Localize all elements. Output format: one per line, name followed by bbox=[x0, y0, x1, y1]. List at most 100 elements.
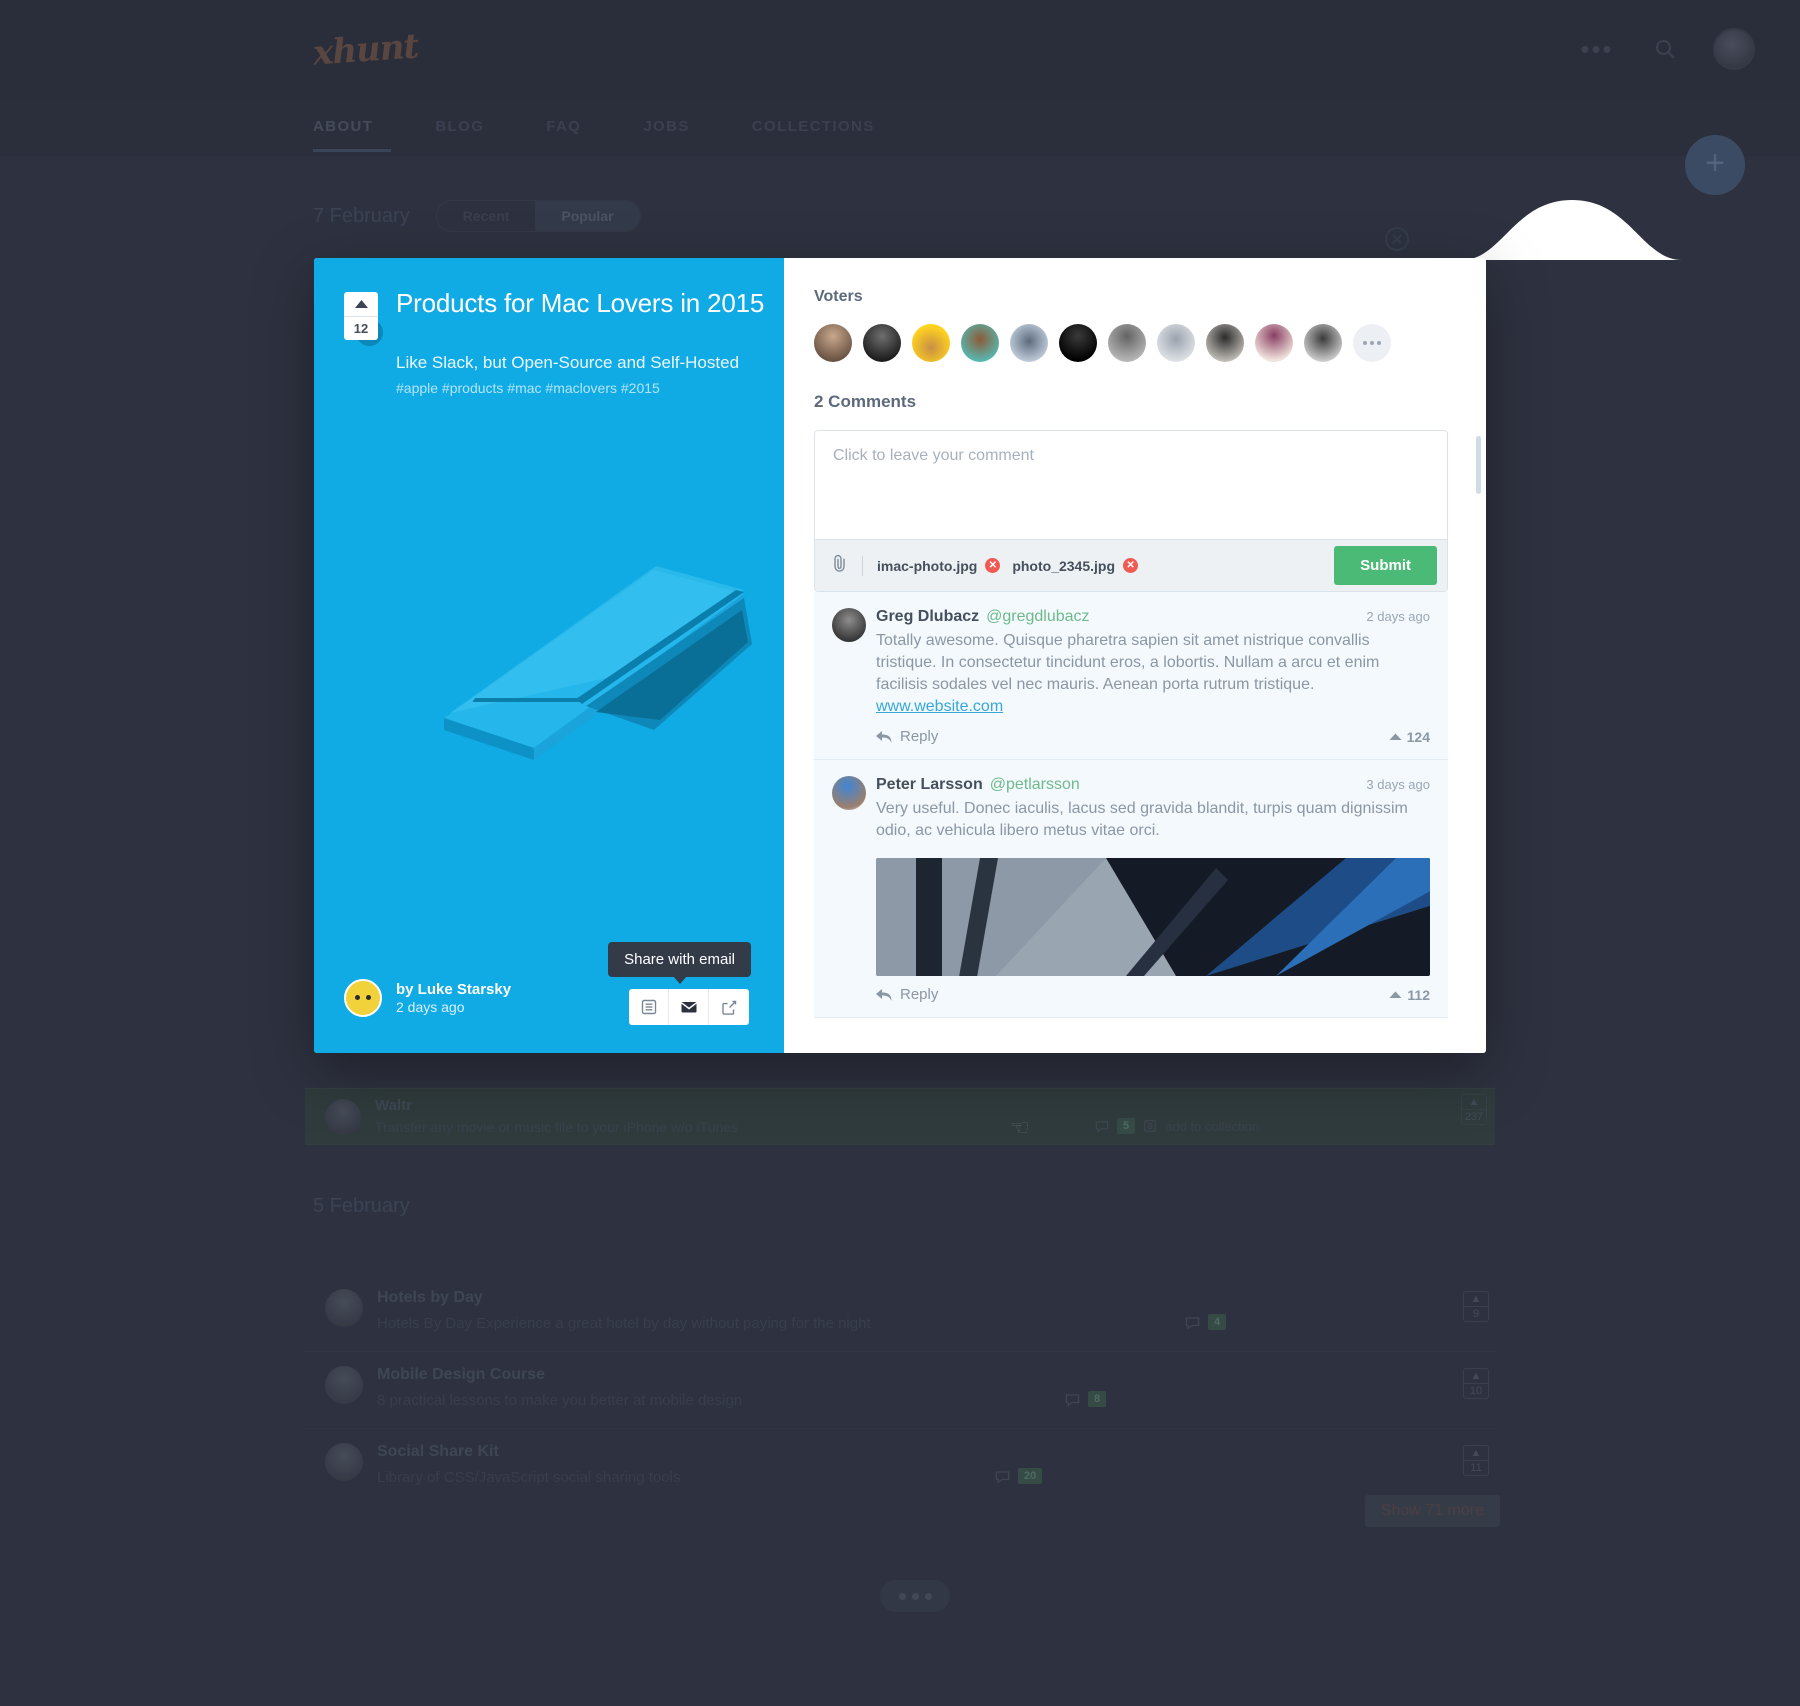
add-to-collection-label[interactable]: add to collection bbox=[1165, 1119, 1259, 1134]
post-row-waltr[interactable]: Waltr Transfer any movie or music file t… bbox=[305, 1088, 1495, 1145]
comment-author-handle[interactable]: @gregdlubacz bbox=[986, 608, 1089, 626]
upvote-arrow-icon[interactable]: ▲ bbox=[1463, 1445, 1489, 1461]
nav-item-jobs[interactable]: JOBS bbox=[643, 118, 689, 135]
voter-avatar[interactable] bbox=[1255, 324, 1293, 362]
search-icon[interactable] bbox=[1645, 29, 1685, 69]
attachment-name: photo_2345.jpg bbox=[1012, 557, 1116, 574]
upvote-arrow-icon[interactable] bbox=[344, 292, 378, 316]
attachment-name: imac-photo.jpg bbox=[877, 557, 978, 574]
sort-recent-option[interactable]: Recent bbox=[437, 201, 536, 231]
close-icon[interactable] bbox=[1380, 222, 1414, 256]
post-title: Products for Mac Lovers in 2015 bbox=[396, 288, 765, 318]
envelope-icon[interactable] bbox=[669, 989, 709, 1025]
list-item[interactable]: Mobile Design Course 8 practical lessons… bbox=[305, 1352, 1495, 1429]
reply-arrow-icon bbox=[876, 988, 892, 1001]
reply-label[interactable]: Reply bbox=[900, 986, 938, 1003]
upvote-arrow-icon[interactable]: ▲ bbox=[1461, 1094, 1487, 1110]
comment-count: 20 bbox=[1018, 1468, 1043, 1484]
vote-count: 237 bbox=[1461, 1110, 1487, 1125]
comment-author-handle[interactable]: @petlarsson bbox=[990, 776, 1080, 794]
comment-icon bbox=[1185, 1316, 1200, 1330]
divider bbox=[862, 555, 863, 576]
avatar[interactable] bbox=[832, 776, 866, 811]
nav-item-faq[interactable]: FAQ bbox=[546, 118, 581, 135]
comments-scrollbar[interactable] bbox=[1476, 436, 1481, 494]
comment-text-wrapper: Totally awesome. Quisque pharetra sapien… bbox=[876, 630, 1430, 718]
comment-upvotes[interactable]: 124 bbox=[1389, 729, 1430, 745]
post-title[interactable]: Hotels by Day bbox=[377, 1289, 483, 1307]
list-item[interactable]: Hotels by Day Hotels By Day Experience a… bbox=[305, 1275, 1495, 1352]
upvote-arrow-icon bbox=[1389, 991, 1402, 998]
post-title[interactable]: Social Share Kit bbox=[377, 1443, 499, 1461]
share-external-icon[interactable] bbox=[709, 989, 749, 1025]
comment-upvotes[interactable]: 112 bbox=[1389, 987, 1430, 1003]
comment-item: Greg Dlubacz @gregdlubacz 2 days ago Tot… bbox=[814, 592, 1448, 761]
mouse-cursor: ☜ bbox=[1010, 1115, 1030, 1140]
reply-button[interactable]: Reply bbox=[876, 986, 938, 1003]
vote-count: 9 bbox=[1463, 1307, 1489, 1322]
modal-close-hill bbox=[1462, 200, 1682, 260]
remove-circle-icon[interactable]: ✕ bbox=[1123, 558, 1139, 573]
voter-avatar[interactable] bbox=[863, 324, 901, 362]
sort-popular-option[interactable]: Popular bbox=[535, 201, 640, 231]
comment-author-name[interactable]: Peter Larsson bbox=[876, 776, 983, 794]
post-title[interactable]: Mobile Design Course bbox=[377, 1366, 545, 1384]
list-item[interactable]: Social Share Kit Library of CSS/JavaScri… bbox=[305, 1429, 1495, 1506]
submit-button[interactable]: Submit bbox=[1334, 546, 1437, 585]
voter-avatar[interactable] bbox=[961, 324, 999, 362]
voter-avatar[interactable] bbox=[1304, 324, 1342, 362]
voter-avatar[interactable] bbox=[1206, 324, 1244, 362]
remove-circle-icon[interactable]: ✕ bbox=[985, 558, 1001, 573]
upvote-arrow-icon[interactable]: ▲ bbox=[1463, 1368, 1489, 1384]
voter-avatar[interactable] bbox=[1108, 324, 1146, 362]
vote-count: 10 bbox=[1463, 1384, 1489, 1399]
comment-input[interactable]: Click to leave your comment bbox=[815, 431, 1447, 539]
collection-icon[interactable] bbox=[629, 989, 669, 1025]
upvote-arrow-icon[interactable]: ▲ bbox=[1463, 1291, 1489, 1307]
voter-avatar[interactable] bbox=[912, 324, 950, 362]
reply-label[interactable]: Reply bbox=[900, 728, 938, 745]
more-dots-icon[interactable] bbox=[1353, 324, 1391, 362]
more-dots-icon[interactable]: ••• bbox=[1577, 29, 1617, 69]
sort-toggle[interactable]: Recent Popular bbox=[435, 200, 641, 232]
comment-item: Peter Larsson @petlarsson 3 days ago Ver… bbox=[814, 760, 1448, 1019]
main-nav: ABOUT BLOG FAQ JOBS COLLECTIONS bbox=[0, 100, 1800, 156]
avatar[interactable] bbox=[832, 608, 866, 642]
post-subtitle: 8 practical lessons to make you better a… bbox=[377, 1392, 743, 1409]
nav-item-about[interactable]: ABOUT bbox=[313, 118, 373, 135]
comments-count: 2 Comments bbox=[814, 392, 917, 411]
app-root: xhunt ••• ABOUT BLOG FAQ JOBS COLLECTION… bbox=[0, 0, 1800, 1706]
post-tags[interactable]: #apple #products #mac #maclovers #2015 bbox=[396, 380, 766, 396]
post-subtitle: Transfer any movie or music file to your… bbox=[375, 1119, 739, 1135]
add-post-fab[interactable]: + bbox=[1685, 135, 1745, 195]
vote-control[interactable]: ▲ 11 bbox=[1463, 1445, 1489, 1476]
author-name[interactable]: by Luke Starsky bbox=[396, 981, 511, 998]
comment-link[interactable]: www.website.com bbox=[876, 698, 1003, 715]
vote-control[interactable]: ▲ 10 bbox=[1463, 1368, 1489, 1399]
post-meta: 20 bbox=[995, 1468, 1043, 1484]
paperclip-icon[interactable] bbox=[831, 554, 848, 578]
comment-attachment-image[interactable] bbox=[876, 858, 1430, 977]
loading-indicator bbox=[880, 1580, 950, 1612]
vote-control[interactable]: ▲ 9 bbox=[1463, 1291, 1489, 1322]
voter-avatar[interactable] bbox=[1010, 324, 1048, 362]
composer-toolbar: imac-photo.jpg ✕ photo_2345.jpg ✕ Submit bbox=[815, 539, 1447, 591]
upvote-count: 124 bbox=[1406, 728, 1430, 745]
nav-item-blog[interactable]: BLOG bbox=[435, 118, 484, 135]
post-title[interactable]: Waltr bbox=[375, 1097, 412, 1114]
post-vote-count: 12 bbox=[344, 316, 378, 340]
post-preview-panel: 12 Products for Mac Lovers in 2015 Like … bbox=[314, 258, 784, 1053]
comment-count: 4 bbox=[1208, 1314, 1227, 1330]
reply-button[interactable]: Reply bbox=[876, 728, 938, 745]
voter-avatar[interactable] bbox=[1059, 324, 1097, 362]
user-avatar[interactable] bbox=[1713, 28, 1755, 70]
voter-avatar[interactable] bbox=[814, 324, 852, 362]
comment-author-name[interactable]: Greg Dlubacz bbox=[876, 608, 979, 626]
nav-item-collections[interactable]: COLLECTIONS bbox=[752, 118, 875, 135]
site-logo[interactable]: xhunt bbox=[312, 26, 420, 73]
voter-avatar[interactable] bbox=[1157, 324, 1195, 362]
show-more-button[interactable]: Show 71 more bbox=[1364, 1495, 1500, 1527]
post-vote-widget[interactable]: 12 bbox=[344, 292, 378, 340]
vote-control[interactable]: ▲ 237 bbox=[1461, 1094, 1487, 1125]
top-bar: xhunt ••• bbox=[0, 0, 1800, 100]
